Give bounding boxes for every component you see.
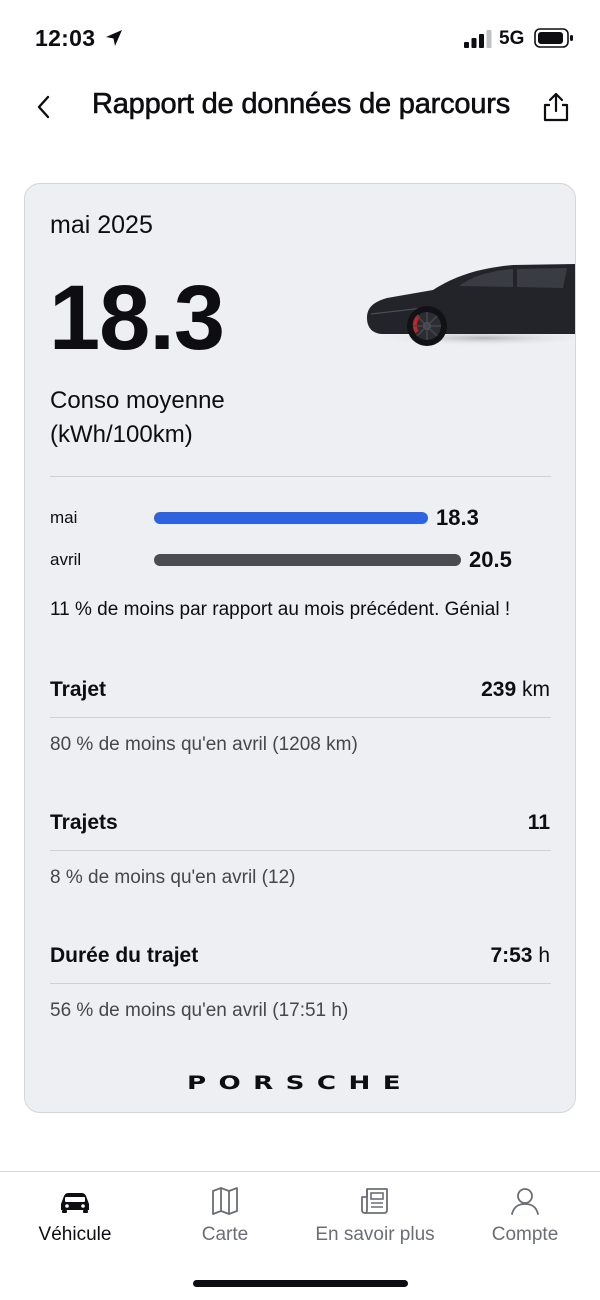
- chevron-left-icon[interactable]: [30, 90, 58, 124]
- stat-duration-note: 56 % de moins qu'en avril (17:51 h): [50, 1000, 349, 1021]
- nav-item-map[interactable]: Carte: [150, 1172, 300, 1262]
- divider: [50, 476, 551, 477]
- stat-distance-unit: km: [522, 678, 550, 701]
- stat-trips-label: Trajets: [50, 811, 118, 834]
- stat-duration-number: 7:53: [490, 944, 533, 967]
- nav-label-vehicle: Véhicule: [38, 1224, 112, 1245]
- status-bar: 12:03 5G: [0, 0, 600, 76]
- divider: [50, 850, 551, 851]
- stat-duration-label: Durée du trajet: [50, 944, 199, 967]
- stat-duration-unit: h: [538, 944, 550, 967]
- divider: [50, 983, 551, 984]
- bar-previous-month: [154, 554, 461, 566]
- bar-current-month: [154, 512, 428, 524]
- porsche-logo: PORSCHE: [187, 1072, 413, 1092]
- network-label: 5G: [499, 28, 525, 49]
- map-icon: [212, 1187, 238, 1215]
- stat-distance-value: 239 km: [481, 678, 550, 702]
- battery-icon: [534, 28, 573, 48]
- average-consumption-label: Conso moyenne (kWh/100km): [50, 384, 350, 452]
- bottom-nav: Véhicule Carte En savoir plus Compte: [0, 1171, 600, 1300]
- nav-item-learn-more[interactable]: En savoir plus: [300, 1172, 450, 1262]
- bar-value-current: 18.3: [436, 505, 479, 530]
- average-label-title: Conso moyenne: [50, 387, 225, 414]
- bar-label-current: mai: [50, 508, 78, 527]
- home-indicator: [193, 1280, 408, 1287]
- divider: [50, 717, 551, 718]
- nav-label-map: Carte: [201, 1224, 249, 1245]
- signal-bars-icon: [464, 30, 492, 48]
- stat-distance-number: 239: [481, 678, 517, 701]
- stat-trips-value: 11: [528, 811, 550, 835]
- average-consumption-value: 18.3: [49, 267, 225, 369]
- stat-trips-number: 11: [527, 811, 550, 834]
- car-image: [367, 264, 575, 346]
- location-arrow-icon: [106, 30, 122, 46]
- user-icon: [511, 1188, 539, 1215]
- newspaper-icon: [361, 1188, 388, 1214]
- share-icon[interactable]: [540, 90, 572, 124]
- bar-value-previous: 20.5: [469, 547, 512, 572]
- nav-item-vehicle[interactable]: Véhicule: [0, 1172, 150, 1262]
- status-time: 12:03: [35, 25, 96, 51]
- stat-duration-value: 7:53 h: [490, 944, 550, 968]
- nav-label-learn-more: En savoir plus: [315, 1224, 435, 1245]
- nav-item-account[interactable]: Compte: [450, 1172, 600, 1262]
- bar-label-previous: avril: [50, 550, 82, 569]
- page-title: Rapport de données de parcours: [92, 88, 511, 121]
- nav-label-account: Compte: [491, 1224, 559, 1245]
- average-label-unit: (kWh/100km): [50, 421, 193, 448]
- comparison-text: 11 % de moins par rapport au mois précéd…: [50, 599, 511, 620]
- stat-trips-note: 8 % de moins qu'en avril (12): [50, 867, 296, 888]
- report-month: mai 2025: [50, 211, 153, 239]
- brand-text: PORSCHE: [187, 1072, 413, 1092]
- car-icon: [61, 1193, 89, 1213]
- header: Rapport de données de parcours: [0, 76, 600, 146]
- trip-report-card: mai 2025 18.3 Conso moyenne (kWh/100km) …: [24, 183, 576, 1113]
- stat-distance-label: Trajet: [50, 678, 107, 701]
- stat-distance-note: 80 % de moins qu'en avril (1208 km): [50, 734, 358, 755]
